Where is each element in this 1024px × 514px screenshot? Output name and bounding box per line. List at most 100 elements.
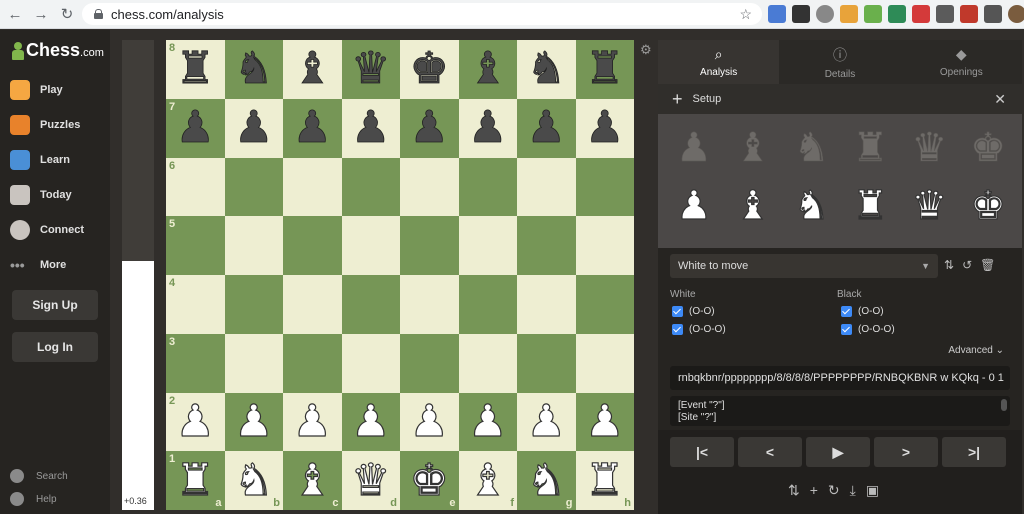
palette-black-queen[interactable]: ♛ — [911, 128, 947, 169]
last-move-button[interactable]: >| — [942, 437, 1006, 467]
white-pawn[interactable]: ♟ — [233, 399, 274, 444]
square-d3[interactable] — [341, 333, 400, 393]
extension-icon[interactable] — [912, 5, 930, 23]
square-a7[interactable]: 7 ♟ — [166, 98, 225, 158]
square-g2[interactable]: ♟ — [517, 392, 576, 452]
square-f7[interactable]: ♟ — [458, 98, 517, 158]
square-b7[interactable]: ♟ — [224, 98, 283, 158]
square-b1[interactable]: b ♞ — [224, 451, 283, 510]
checkbox[interactable] — [672, 306, 683, 317]
extension-icon[interactable] — [792, 5, 810, 23]
white-short-castle-checkbox[interactable]: (O-O) — [672, 306, 715, 317]
square-g4[interactable] — [517, 275, 576, 334]
square-b4[interactable] — [224, 275, 283, 334]
square-h7[interactable]: ♟ — [575, 98, 634, 158]
square-d4[interactable] — [341, 275, 400, 334]
square-a1[interactable]: 1 a ♜ — [166, 451, 225, 510]
white-queen[interactable]: ♛ — [350, 458, 391, 503]
square-f4[interactable] — [458, 275, 517, 334]
extension-icon[interactable] — [768, 5, 786, 23]
square-a8[interactable]: 8 ♜ — [166, 40, 225, 99]
white-knight[interactable]: ♞ — [233, 458, 274, 503]
white-pawn[interactable]: ♟ — [292, 399, 333, 444]
checkbox[interactable] — [841, 324, 852, 335]
extension-icon[interactable] — [960, 5, 978, 23]
square-e8[interactable]: ♚ — [400, 40, 459, 99]
previous-move-button[interactable]: < — [738, 437, 802, 467]
extension-icon[interactable] — [864, 5, 882, 23]
palette-black-bishop[interactable]: ♝ — [735, 128, 771, 169]
square-e7[interactable]: ♟ — [400, 98, 459, 158]
square-c8[interactable]: ♝ — [283, 40, 342, 99]
palette-black-pawn[interactable]: ♟ — [676, 128, 712, 169]
square-d2[interactable]: ♟ — [341, 392, 400, 452]
square-b6[interactable] — [224, 157, 283, 217]
square-g8[interactable]: ♞ — [517, 40, 576, 99]
scrollbar[interactable] — [1001, 399, 1007, 411]
white-knight[interactable]: ♞ — [526, 458, 567, 503]
black-rook[interactable]: ♜ — [585, 46, 625, 91]
sidebar-item-connect[interactable]: Connect — [10, 217, 106, 243]
palette-black-king[interactable]: ♚ — [970, 128, 1006, 169]
palette-black-rook[interactable]: ♜ — [852, 128, 888, 169]
extension-icon[interactable] — [816, 5, 834, 23]
palette-white-king[interactable]: ♚ — [970, 185, 1007, 226]
square-f2[interactable]: ♟ — [458, 392, 517, 452]
square-a2[interactable]: 2 ♟ — [166, 392, 225, 452]
black-king[interactable]: ♚ — [409, 46, 449, 91]
black-pawn[interactable]: ♟ — [526, 105, 566, 150]
square-g7[interactable]: ♟ — [517, 98, 576, 158]
next-move-button[interactable]: > — [874, 437, 938, 467]
square-a3[interactable]: 3 — [166, 333, 225, 393]
forward-icon[interactable]: → — [30, 3, 52, 25]
checkbox[interactable] — [841, 306, 852, 317]
square-a6[interactable]: 6 — [166, 157, 225, 217]
square-f8[interactable]: ♝ — [458, 40, 517, 99]
white-pawn[interactable]: ♟ — [467, 399, 508, 444]
sidebar-item-puzzles[interactable]: Puzzles — [10, 112, 106, 138]
palette-black-knight[interactable]: ♞ — [793, 128, 829, 169]
black-pawn[interactable]: ♟ — [351, 105, 391, 150]
back-icon[interactable]: ← — [4, 3, 26, 25]
black-pawn[interactable]: ♟ — [409, 105, 449, 150]
square-d1[interactable]: d ♛ — [341, 451, 400, 510]
black-pawn[interactable]: ♟ — [292, 105, 332, 150]
white-long-castle-checkbox[interactable]: (O-O-O) — [672, 324, 726, 335]
square-a4[interactable]: 4 — [166, 275, 225, 334]
square-e1[interactable]: e ♚ — [400, 451, 459, 510]
white-pawn[interactable]: ♟ — [409, 399, 450, 444]
flip-icon[interactable]: ⇅ — [788, 482, 800, 499]
white-rook[interactable]: ♜ — [584, 458, 625, 503]
sidebar-item-learn[interactable]: Learn — [10, 147, 106, 173]
square-e3[interactable] — [400, 333, 459, 393]
square-h5[interactable] — [575, 216, 634, 275]
square-d7[interactable]: ♟ — [341, 98, 400, 158]
white-king[interactable]: ♚ — [409, 458, 450, 503]
palette-white-bishop[interactable]: ♝ — [734, 185, 771, 226]
white-pawn[interactable]: ♟ — [350, 399, 391, 444]
square-c7[interactable]: ♟ — [283, 98, 342, 158]
square-h6[interactable] — [575, 157, 634, 217]
square-c6[interactable] — [283, 157, 342, 217]
square-f3[interactable] — [458, 333, 517, 393]
white-bishop[interactable]: ♝ — [467, 458, 508, 503]
tab-details[interactable]: ⓘ Details — [779, 40, 901, 84]
extension-icon[interactable] — [888, 5, 906, 23]
reset-icon[interactable]: ↻ — [828, 482, 840, 499]
pgn-textarea[interactable]: [Event "?"] [Site "?"] — [670, 396, 1010, 426]
chess-board[interactable]: 8 ♜ ♞ ♝ ♛ ♚ ♝ ♞ ♜ 7 ♟ ♟ ♟ ♟ ♟ ♟ ♟ ♟ 6 5 4 3 2 ♟ ♟ ♟ ♟ ♟ ♟ ♟ ♟ 1 a ♜ b ♞ c ♝ d ♛… — [166, 40, 634, 510]
reset-icon[interactable]: ↺ — [962, 258, 972, 272]
square-g6[interactable] — [517, 157, 576, 217]
square-c4[interactable] — [283, 275, 342, 334]
black-pawn[interactable]: ♟ — [175, 105, 215, 150]
square-a5[interactable]: 5 — [166, 216, 225, 275]
black-pawn[interactable]: ♟ — [468, 105, 508, 150]
black-pawn[interactable]: ♟ — [585, 105, 625, 150]
palette-white-knight[interactable]: ♞ — [793, 185, 830, 226]
square-h4[interactable] — [575, 275, 634, 334]
log-in-button[interactable]: Log In — [12, 332, 98, 362]
square-d6[interactable] — [341, 157, 400, 217]
extensions-puzzle-icon[interactable] — [984, 5, 1002, 23]
square-d8[interactable]: ♛ — [341, 40, 400, 99]
square-b5[interactable] — [224, 216, 283, 275]
